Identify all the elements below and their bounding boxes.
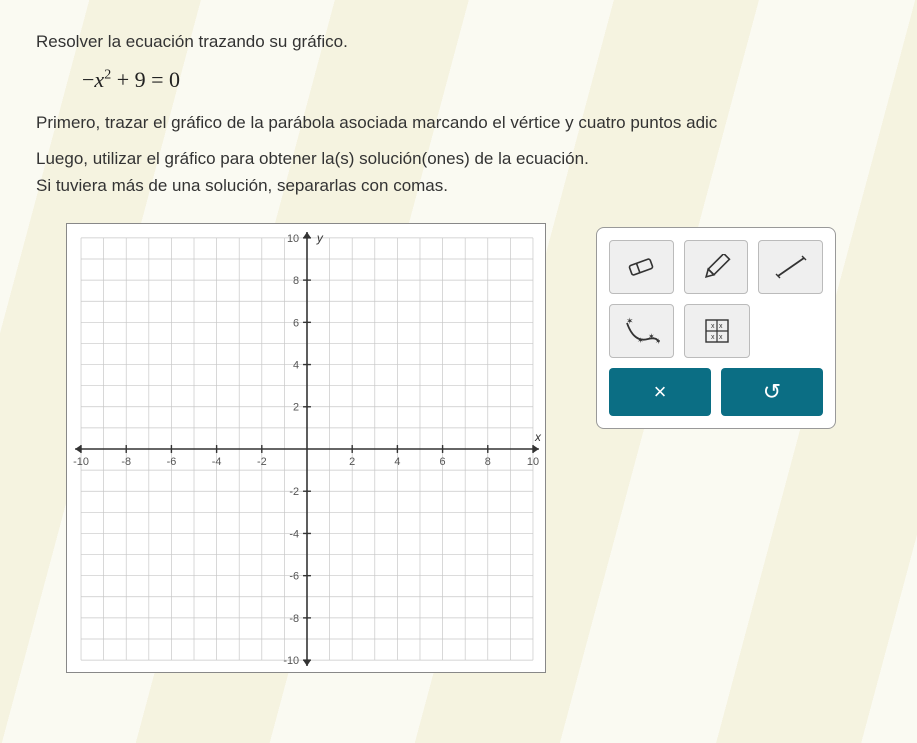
close-icon: × [654, 379, 667, 405]
svg-text:2: 2 [293, 401, 299, 413]
svg-text:2: 2 [349, 455, 355, 467]
undo-icon: ↺ [763, 379, 781, 405]
instruction-3: Luego, utilizar el gráfico para obtener … [36, 147, 881, 172]
drawing-toolbox: ✶ ✶ ✶ ✶ x x x x [596, 227, 836, 429]
point-grid-tool[interactable]: x x x x [684, 304, 749, 358]
work-area: -10 -8 -6 -4 -2 2 4 6 8 10 -10 -8 -6 -4 -2 2 4 6 8 10 x y [36, 223, 881, 673]
svg-text:-4: -4 [289, 528, 299, 540]
pencil-tool[interactable] [684, 240, 749, 294]
svg-text:✶: ✶ [637, 336, 644, 345]
svg-text:-10: -10 [73, 455, 89, 467]
svg-text:-8: -8 [121, 455, 131, 467]
svg-text:y: y [316, 230, 324, 244]
eraser-tool[interactable] [609, 240, 674, 294]
instruction-2: Primero, trazar el gráfico de la parábol… [36, 111, 881, 136]
grid-svg[interactable]: -10 -8 -6 -4 -2 2 4 6 8 10 -10 -8 -6 -4 -2 2 4 6 8 10 x y [69, 226, 545, 672]
svg-text:4: 4 [293, 359, 299, 371]
svg-text:x: x [719, 334, 723, 341]
curve-tool[interactable]: ✶ ✶ ✶ ✶ [609, 304, 674, 358]
svg-text:4: 4 [394, 455, 400, 467]
svg-text:✶: ✶ [655, 337, 660, 345]
clear-button[interactable]: × [609, 368, 711, 416]
coordinate-grid[interactable]: -10 -8 -6 -4 -2 2 4 6 8 10 -10 -8 -6 -4 -2 2 4 6 8 10 x y [66, 223, 546, 673]
svg-text:8: 8 [293, 275, 299, 287]
svg-text:x: x [719, 323, 723, 330]
svg-text:✶: ✶ [648, 332, 655, 341]
eq-rest: + 9 = 0 [111, 67, 180, 92]
svg-text:-4: -4 [212, 455, 222, 467]
curve-icon: ✶ ✶ ✶ ✶ [624, 317, 660, 345]
svg-text:-10: -10 [283, 655, 299, 667]
line-tool[interactable] [758, 240, 823, 294]
eq-var: x [94, 67, 104, 92]
svg-text:8: 8 [485, 455, 491, 467]
svg-text:-6: -6 [167, 455, 177, 467]
svg-text:x: x [711, 334, 715, 341]
undo-button[interactable]: ↺ [721, 368, 823, 416]
svg-text:10: 10 [527, 455, 539, 467]
svg-text:6: 6 [293, 317, 299, 329]
problem-panel: Resolver la ecuación trazando su gráfico… [0, 0, 917, 743]
eraser-icon [626, 256, 656, 278]
svg-text:6: 6 [440, 455, 446, 467]
svg-text:-6: -6 [289, 570, 299, 582]
pencil-icon [701, 254, 731, 280]
instruction-4: Si tuviera más de una solución, separarl… [36, 174, 881, 199]
svg-text:-2: -2 [257, 455, 267, 467]
svg-text:-8: -8 [289, 612, 299, 624]
point-grid-icon: x x x x [703, 317, 731, 345]
svg-text:x: x [534, 430, 542, 444]
eq-minus: − [82, 67, 94, 92]
svg-text:10: 10 [287, 232, 299, 244]
instruction-title: Resolver la ecuación trazando su gráfico… [36, 30, 881, 55]
svg-text:✶: ✶ [626, 317, 634, 326]
svg-text:-2: -2 [289, 486, 299, 498]
svg-text:x: x [711, 323, 715, 330]
equation-display: −x2 + 9 = 0 [82, 67, 881, 93]
line-icon [774, 254, 808, 280]
